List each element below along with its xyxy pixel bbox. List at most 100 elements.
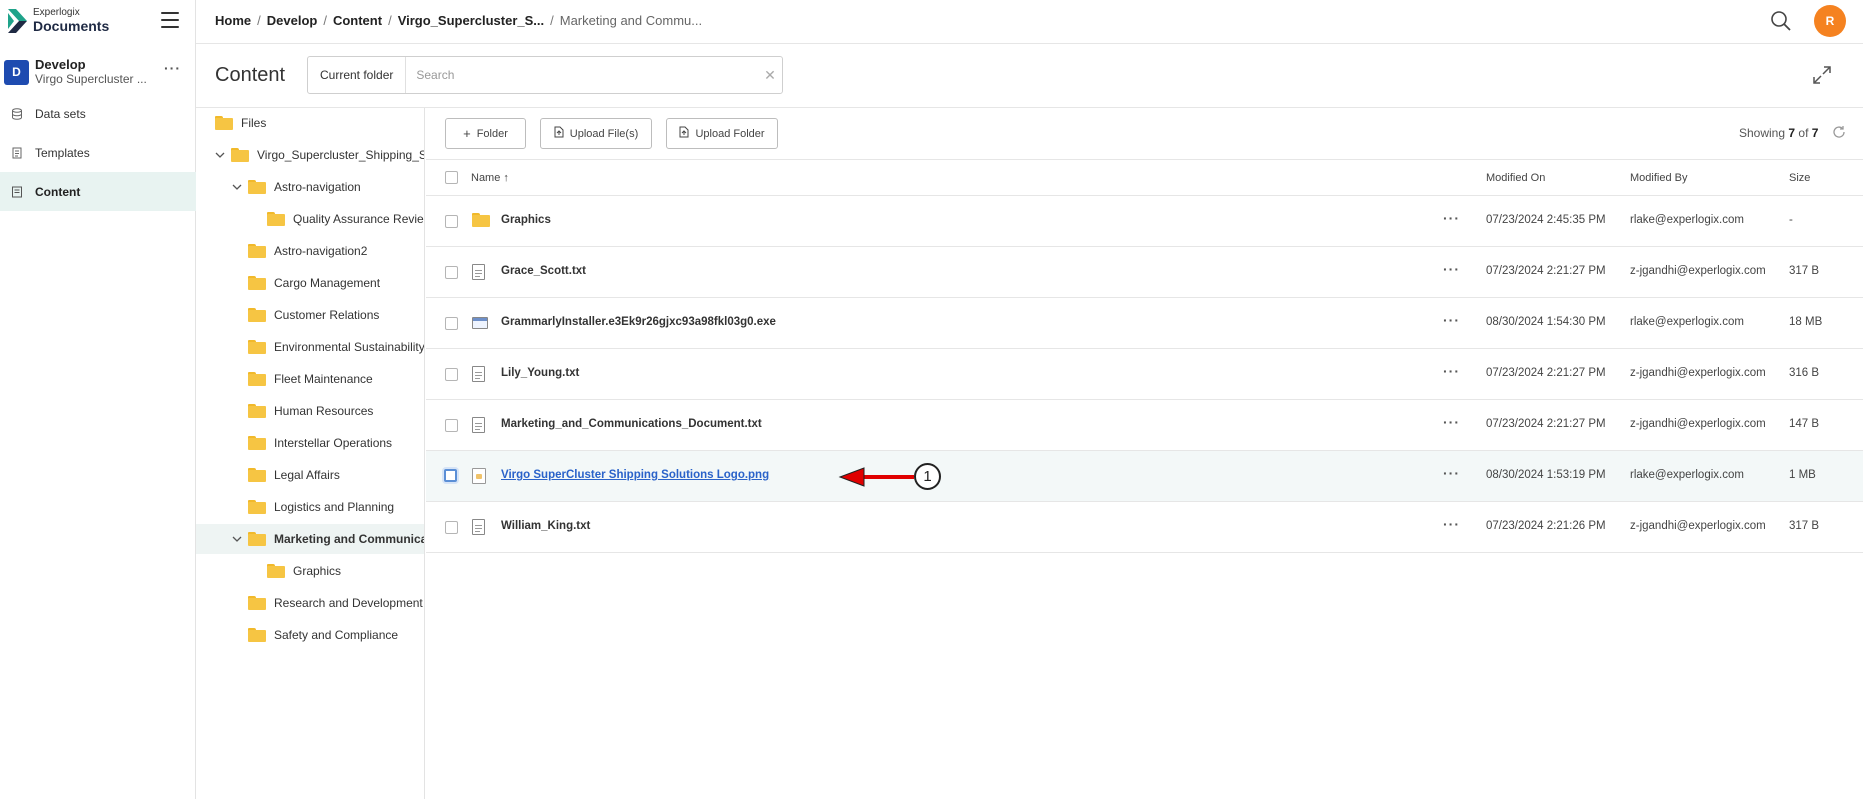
table-row[interactable]: Virgo SuperCluster Shipping Solutions Lo…: [426, 451, 1863, 502]
breadcrumb-develop[interactable]: Develop: [267, 13, 318, 28]
workspace-more-icon[interactable]: ···: [164, 60, 181, 76]
modified-by: rlake@experlogix.com: [1630, 316, 1744, 328]
search-icon[interactable]: [1770, 10, 1792, 32]
tree-item[interactable]: Environmental Sustainability: [196, 332, 424, 362]
tree-item[interactable]: Astro-navigation: [196, 172, 424, 202]
table-header: Name ↑ Modified On Modified By Size: [426, 160, 1863, 196]
modified-on: 07/23/2024 2:21:27 PM: [1486, 367, 1606, 379]
table-row[interactable]: Graphics ··· 07/23/2024 2:45:35 PM rlake@ex…: [426, 196, 1863, 247]
tree-item[interactable]: Human Resources: [196, 396, 424, 426]
file-name[interactable]: Graphics: [501, 214, 551, 226]
column-header-size[interactable]: Size: [1789, 172, 1810, 184]
row-checkbox[interactable]: [445, 215, 458, 228]
tree-item[interactable]: Files: [196, 108, 424, 138]
folder-icon: [248, 180, 266, 194]
table-row[interactable]: William_King.txt ··· 07/23/2024 2:21:26 PM…: [426, 502, 1863, 553]
row-checkbox[interactable]: [445, 317, 458, 330]
folder-icon: [267, 564, 285, 578]
row-more-icon[interactable]: ···: [1443, 516, 1460, 532]
column-header-modified-on[interactable]: Modified On: [1486, 172, 1545, 184]
breadcrumb-home[interactable]: Home: [215, 13, 251, 28]
file-name[interactable]: Grace_Scott.txt: [501, 265, 586, 277]
upload-folder-button[interactable]: Upload Folder: [666, 118, 778, 149]
tree-item-label: Customer Relations: [274, 308, 380, 322]
tree-item[interactable]: Virgo_Supercluster_Shipping_Sc: [196, 140, 424, 170]
file-name[interactable]: Virgo SuperCluster Shipping Solutions Lo…: [501, 469, 769, 481]
tree-item[interactable]: Astro-navigation2: [196, 236, 424, 266]
folder-icon: [248, 404, 266, 418]
row-checkbox[interactable]: [445, 521, 458, 534]
folder-icon: [472, 213, 490, 229]
refresh-icon[interactable]: [1832, 125, 1846, 139]
nav-item-content[interactable]: Content: [0, 172, 196, 211]
folder-icon: [248, 372, 266, 386]
upload-files-button[interactable]: Upload File(s): [540, 118, 652, 149]
tree-item[interactable]: Graphics: [196, 556, 424, 586]
tree-item[interactable]: Quality Assurance Revie: [196, 204, 424, 234]
chevron-down-icon[interactable]: [215, 152, 225, 158]
file-name[interactable]: Lily_Young.txt: [501, 367, 579, 379]
executable-file-icon: [472, 315, 488, 331]
modified-by: rlake@experlogix.com: [1630, 214, 1744, 226]
row-more-icon[interactable]: ···: [1443, 363, 1460, 379]
file-size: -: [1789, 214, 1793, 226]
clear-search-icon[interactable]: ✕: [758, 67, 782, 84]
table-row[interactable]: Marketing_and_Communications_Document.tx…: [426, 400, 1863, 451]
file-name[interactable]: GrammarlyInstaller.e3Ek9r26gjxc93a98fkl0…: [501, 316, 776, 328]
file-name[interactable]: Marketing_and_Communications_Document.tx…: [501, 418, 762, 430]
row-more-icon[interactable]: ···: [1443, 465, 1460, 481]
tree-item[interactable]: Legal Affairs: [196, 460, 424, 490]
folder-icon: [267, 212, 285, 226]
tree-item[interactable]: Interstellar Operations: [196, 428, 424, 458]
tree-item-label: Human Resources: [274, 404, 374, 418]
nav-item-templates[interactable]: Templates: [0, 133, 196, 172]
row-checkbox[interactable]: [445, 419, 458, 432]
annotation-arrow-icon: [838, 463, 918, 494]
tree-item-label: Files: [241, 116, 267, 130]
tree-item[interactable]: Cargo Management: [196, 268, 424, 298]
row-more-icon[interactable]: ···: [1443, 312, 1460, 328]
search-input[interactable]: [406, 57, 758, 93]
row-checkbox[interactable]: [445, 368, 458, 381]
breadcrumb-virgo-folder[interactable]: Virgo_Supercluster_S...: [398, 13, 544, 28]
workspace-selector[interactable]: D Develop Virgo Supercluster ... ···: [4, 56, 192, 88]
row-more-icon[interactable]: ···: [1443, 414, 1460, 430]
column-header-modified-by[interactable]: Modified By: [1630, 172, 1687, 184]
row-checkbox[interactable]: [445, 266, 458, 279]
folder-icon: [231, 148, 249, 162]
file-name[interactable]: William_King.txt: [501, 520, 590, 532]
search-scope-button[interactable]: Current folder: [308, 57, 407, 93]
tree-item[interactable]: Customer Relations: [196, 300, 424, 330]
modified-by: rlake@experlogix.com: [1630, 469, 1744, 481]
workspace-avatar: D: [4, 59, 29, 85]
row-checkbox[interactable]: [444, 469, 457, 482]
text-file-icon: [472, 366, 488, 382]
breadcrumb-content[interactable]: Content: [333, 13, 382, 28]
new-folder-button[interactable]: + Folder: [445, 118, 526, 149]
breadcrumb: Home / Develop / Content / Virgo_Supercl…: [215, 13, 703, 28]
nav-item-data-sets[interactable]: Data sets: [0, 94, 196, 133]
row-more-icon[interactable]: ···: [1443, 261, 1460, 277]
row-more-icon[interactable]: ···: [1443, 210, 1460, 226]
user-avatar[interactable]: R: [1814, 5, 1846, 37]
tree-item-label: Legal Affairs: [274, 468, 340, 482]
modified-by: z-jgandhi@experlogix.com: [1630, 265, 1766, 277]
chevron-down-icon[interactable]: [232, 536, 242, 542]
tree-item[interactable]: Logistics and Planning: [196, 492, 424, 522]
breadcrumb-current: Marketing and Commu...: [559, 13, 703, 28]
tree-item[interactable]: Safety and Compliance: [196, 620, 424, 650]
column-header-name[interactable]: Name ↑: [471, 172, 509, 184]
folder-icon: [248, 500, 266, 514]
table-row[interactable]: GrammarlyInstaller.e3Ek9r26gjxc93a98fkl0…: [426, 298, 1863, 349]
tree-item[interactable]: Research and Development: [196, 588, 424, 618]
hamburger-menu-icon[interactable]: [161, 12, 179, 28]
select-all-checkbox[interactable]: [445, 171, 458, 184]
tree-item[interactable]: Marketing and Communica: [196, 524, 424, 554]
expand-icon[interactable]: [1811, 64, 1833, 86]
tree-item[interactable]: Fleet Maintenance: [196, 364, 424, 394]
chevron-down-icon[interactable]: [232, 184, 242, 190]
table-row[interactable]: Grace_Scott.txt ··· 07/23/2024 2:21:27 PM z…: [426, 247, 1863, 298]
table-row[interactable]: Lily_Young.txt ··· 07/23/2024 2:21:27 PM z-…: [426, 349, 1863, 400]
brand-logo[interactable]: Experlogix Documents: [8, 8, 109, 33]
folder-icon: [248, 276, 266, 290]
